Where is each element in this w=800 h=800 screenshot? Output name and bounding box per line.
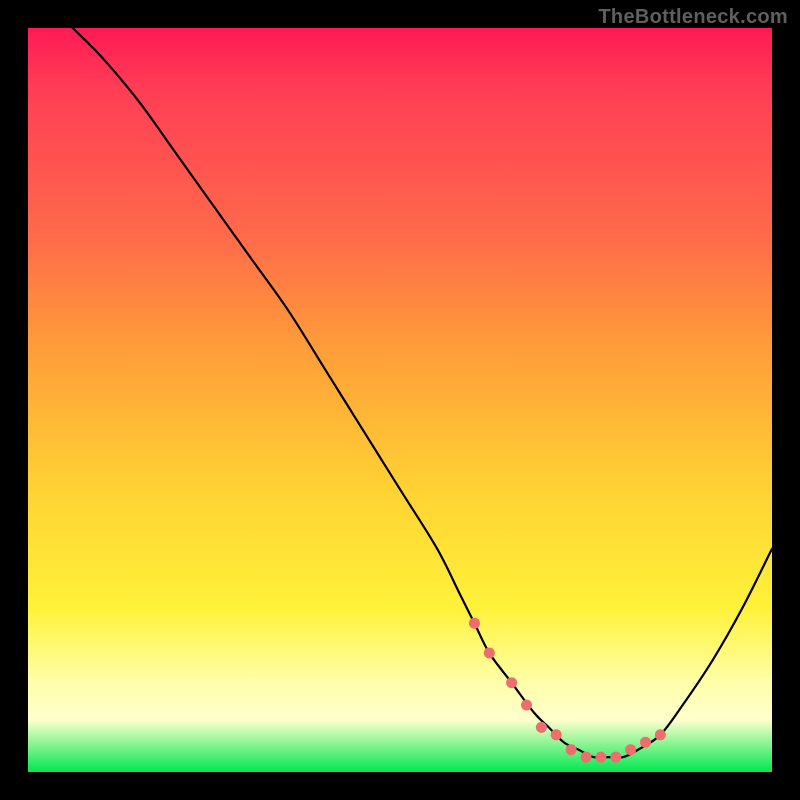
- plot-area: [28, 28, 772, 772]
- highlight-dot: [484, 648, 495, 659]
- watermark-label: TheBottleneck.com: [598, 6, 788, 29]
- highlight-dot: [469, 618, 480, 629]
- highlight-dot: [536, 722, 547, 733]
- highlight-dot: [655, 729, 666, 740]
- highlight-dot: [640, 737, 651, 748]
- chart-frame: TheBottleneck.com: [0, 0, 800, 800]
- highlight-dot: [610, 752, 621, 763]
- highlight-dot: [521, 700, 532, 711]
- highlight-dot: [581, 752, 592, 763]
- highlight-dot: [595, 752, 606, 763]
- bottleneck-curve: [73, 28, 772, 758]
- highlight-dots: [469, 618, 666, 763]
- curve-layer: [28, 28, 772, 772]
- highlight-dot: [566, 744, 577, 755]
- highlight-dot: [625, 744, 636, 755]
- highlight-dot: [551, 729, 562, 740]
- highlight-dot: [506, 677, 517, 688]
